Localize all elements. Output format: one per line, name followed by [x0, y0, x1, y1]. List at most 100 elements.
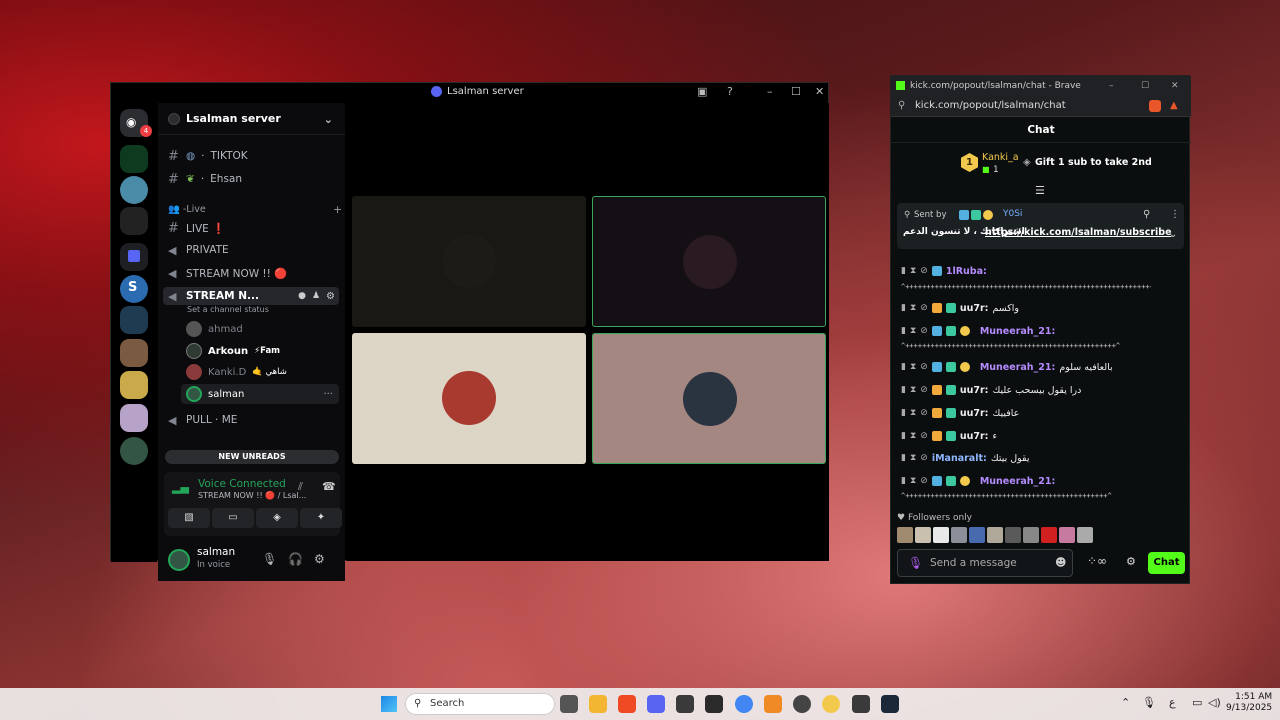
language-indicator[interactable]: ع: [1169, 696, 1176, 709]
channel-stream-active[interactable]: ◀ STREAM N... ● ♟ ⚙: [163, 287, 339, 305]
emote[interactable]: [1005, 527, 1021, 543]
trash-icon[interactable]: ▮: [901, 476, 906, 486]
close-button[interactable]: ✕: [1171, 81, 1179, 91]
new-unreads-button[interactable]: NEW UNREADS: [165, 450, 339, 464]
expand-icon[interactable]: ☰: [1035, 184, 1045, 197]
chevron-up-icon[interactable]: ⌃: [1121, 696, 1130, 709]
microphone-icon[interactable]: 🎙: [262, 552, 277, 566]
server-icon-dark[interactable]: [120, 207, 148, 235]
pinned-link[interactable]: https://kick.com/lsalman/subscribe: [985, 227, 1172, 238]
more-options-icon[interactable]: ···: [323, 389, 339, 400]
channel-private[interactable]: ◀ PRIVATE: [168, 241, 229, 259]
add-channel-icon[interactable]: +: [333, 203, 342, 216]
discord-icon[interactable]: [647, 695, 665, 713]
avatar[interactable]: [168, 549, 190, 571]
emote[interactable]: [933, 527, 949, 543]
site-settings-icon[interactable]: ⚲: [898, 95, 905, 117]
ban-icon[interactable]: ⊘: [920, 476, 928, 486]
timeout-icon[interactable]: ⧗: [910, 453, 916, 463]
emote[interactable]: [969, 527, 985, 543]
close-button[interactable]: ✕: [815, 85, 824, 98]
folder-icon[interactable]: [120, 243, 148, 271]
chat-message[interactable]: ▮ ⧗ ⊘ uu7r: درا يقول بيسحب عليك: [901, 381, 1186, 399]
volume-icon[interactable]: ◁): [1208, 696, 1221, 709]
screen-share-button[interactable]: ▭: [212, 508, 254, 528]
voice-connected-label[interactable]: Voice Connected: [198, 478, 286, 490]
timeout-icon[interactable]: ⧗: [910, 431, 916, 441]
video-tile-4[interactable]: [592, 333, 826, 464]
taskbar-search[interactable]: ⚲ Search: [405, 693, 555, 715]
channel-live[interactable]: # LIVE ❗: [168, 219, 225, 237]
maximize-button[interactable]: ☐: [1141, 81, 1149, 91]
address-bar[interactable]: ⚲ kick.com/popout/lsalman/chat ▲: [891, 95, 1191, 117]
voice-user-arkoun[interactable]: Arkoun ⚡Fam: [186, 341, 280, 361]
chat-message[interactable]: ▮ ⧗ ⊘ Muneerah_21:: [901, 322, 1186, 340]
gear-icon[interactable]: ⚙: [1126, 555, 1136, 568]
voice-user-ahmad[interactable]: ahmad: [186, 319, 243, 339]
more-options-icon[interactable]: ⋮: [1170, 209, 1180, 220]
channel-ehsan[interactable]: # ❦ · Ehsan: [168, 170, 242, 188]
message-input[interactable]: 🎙 Send a message ☻: [897, 549, 1073, 577]
channel-stream-now[interactable]: ◀ STREAM NOW !! 🔴: [168, 264, 287, 282]
ban-icon[interactable]: ⊘: [920, 326, 928, 336]
store-icon[interactable]: [676, 695, 694, 713]
timeout-icon[interactable]: ⧗: [910, 362, 916, 372]
category-live[interactable]: 👥 -Live: [168, 204, 206, 215]
trash-icon[interactable]: ▮: [901, 453, 906, 463]
app-icon-dark[interactable]: [852, 695, 870, 713]
server-icon-film[interactable]: [120, 176, 148, 204]
noise-suppression-icon[interactable]: ⫽: [298, 480, 303, 494]
microphone-icon[interactable]: 🎙: [1142, 696, 1156, 709]
chrome-icon[interactable]: [735, 695, 753, 713]
points-icon[interactable]: ⁘∞: [1087, 554, 1107, 568]
disconnect-icon[interactable]: ☎: [322, 480, 336, 493]
timeout-icon[interactable]: ⧗: [910, 385, 916, 395]
emote[interactable]: [897, 527, 913, 543]
app-icon[interactable]: [764, 695, 782, 713]
ban-icon[interactable]: ⊘: [920, 362, 928, 372]
chat-message[interactable]: ▮ ⧗ ⊘ uu7r: واكسم: [901, 299, 1186, 317]
timeout-icon[interactable]: ⧗: [910, 476, 916, 486]
discord-home-icon[interactable]: ◉ 4: [120, 109, 152, 137]
server-icon-avatar[interactable]: [120, 437, 148, 465]
emote[interactable]: [1059, 527, 1075, 543]
steam-icon[interactable]: [881, 695, 899, 713]
pinned-sender[interactable]: Y0Si: [1003, 209, 1022, 219]
channel-status[interactable]: Set a channel status: [187, 305, 269, 314]
top-gifter-name[interactable]: Kanki_a: [982, 152, 1019, 163]
file-explorer-icon[interactable]: [589, 695, 607, 713]
obs-icon[interactable]: [793, 695, 811, 713]
server-icon-anime[interactable]: [120, 404, 148, 432]
network-icon[interactable]: ▭: [1192, 696, 1202, 709]
trash-icon[interactable]: ▮: [901, 362, 906, 372]
invite-icon[interactable]: ♟: [312, 291, 320, 301]
chat-message[interactable]: ▮ ⧗ ⊘ uu7r: ء: [901, 427, 1186, 445]
brave-shield-icon[interactable]: [1149, 100, 1161, 112]
server-icon-s[interactable]: S: [120, 275, 148, 303]
timeout-icon[interactable]: ⧗: [910, 303, 916, 313]
windows-start-icon[interactable]: [381, 696, 397, 712]
clock[interactable]: 1:51 AM 9/13/2025: [1226, 692, 1272, 714]
send-chat-button[interactable]: Chat: [1148, 552, 1185, 574]
microphone-icon[interactable]: 🎙: [908, 556, 923, 570]
video-tile-1[interactable]: [352, 196, 586, 327]
ban-icon[interactable]: ⊘: [920, 408, 928, 418]
soundboard-button[interactable]: ✦: [300, 508, 342, 528]
brave-icon[interactable]: [618, 695, 636, 713]
trash-icon[interactable]: ▮: [901, 408, 906, 418]
chat-message[interactable]: ▮ ⧗ ⊘ 1lRuba:: [901, 262, 1186, 280]
chat-message[interactable]: ▮ ⧗ ⊘ Muneerah_21:: [901, 472, 1186, 490]
chevron-down-icon[interactable]: ⌄: [1169, 229, 1177, 240]
timeout-icon[interactable]: ⧗: [910, 266, 916, 276]
timeout-icon[interactable]: ⧗: [910, 326, 916, 336]
emote[interactable]: [915, 527, 931, 543]
emoji-icon[interactable]: ☻: [1055, 556, 1066, 569]
maximize-button[interactable]: ☐: [791, 85, 801, 98]
ban-icon[interactable]: ⊘: [920, 266, 928, 276]
server-icon-blue[interactable]: [120, 306, 148, 334]
gift-cta[interactable]: Gift 1 sub to take 2nd: [1035, 157, 1152, 168]
emote[interactable]: [1077, 527, 1093, 543]
voice-user-salman[interactable]: salman ···: [181, 384, 339, 404]
timeout-icon[interactable]: ⧗: [910, 408, 916, 418]
signal-icon[interactable]: ▂▄: [172, 481, 189, 494]
